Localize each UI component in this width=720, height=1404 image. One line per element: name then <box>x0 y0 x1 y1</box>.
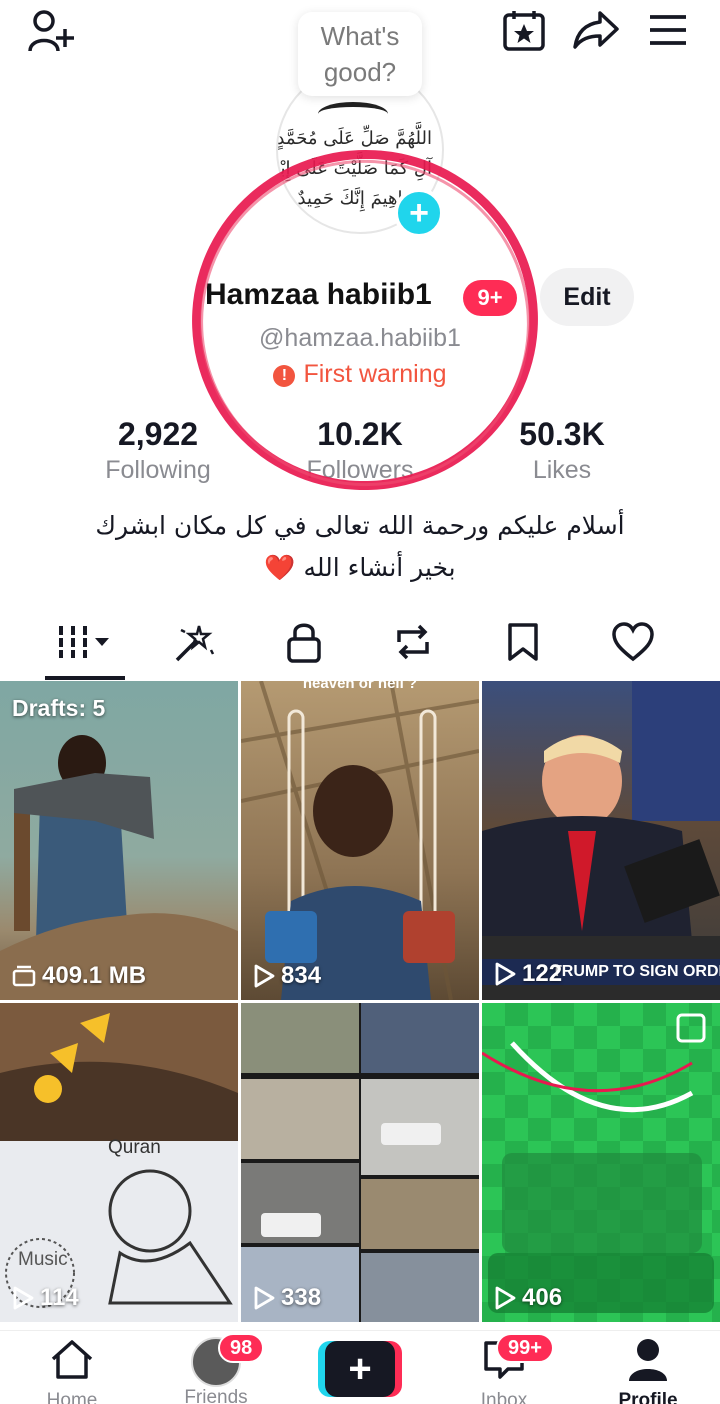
warning-text: First warning <box>303 360 447 388</box>
view-count-text: 338 <box>281 1284 322 1311</box>
video-caption: heaven or hell ? <box>302 681 418 692</box>
heart-emoji: ❤️ <box>264 553 296 582</box>
stat-value: 10.2K <box>317 416 403 452</box>
nav-inbox[interactable]: Inbox 99+ <box>444 1333 564 1404</box>
draft-size-text: 409.1 MB <box>42 962 147 989</box>
video-thumbnail[interactable]: 406 <box>482 1003 720 1322</box>
nav-label: Profile <box>618 1390 678 1404</box>
share-arrow-icon[interactable] <box>570 8 622 52</box>
video-thumbnail[interactable]: TRUMP TO SIGN ORDER ON 122 <box>482 681 720 1000</box>
repost-icon[interactable] <box>358 614 468 670</box>
stat-label: Followers <box>306 456 414 484</box>
stat-followers[interactable]: 10.2K Followers <box>260 414 460 486</box>
view-count-text: 834 <box>281 962 322 989</box>
view-count-text: 114 <box>40 1284 79 1311</box>
view-count: 122 <box>494 960 562 988</box>
stat-value: 50.3K <box>519 416 605 452</box>
magic-wand-icon[interactable] <box>140 614 250 670</box>
video-thumbnail-drafts[interactable]: Drafts: 5 409.1 MB <box>0 681 238 1000</box>
edit-profile-button[interactable]: Edit <box>540 268 634 326</box>
nav-label: Home <box>46 1390 98 1404</box>
thumbnail-label: Music <box>18 1249 68 1270</box>
avatar-calligraphy-mark <box>318 102 388 126</box>
bottom-navigation: Home Friends 98 + Inbox 99+ Profile <box>0 1330 720 1404</box>
nav-label: Friends <box>184 1387 248 1404</box>
active-tab-indicator <box>45 676 125 680</box>
view-count-text: 406 <box>522 1284 563 1311</box>
view-count: 338 <box>253 1284 321 1312</box>
draft-size: 409.1 MB <box>12 962 146 990</box>
play-icon <box>495 1286 516 1310</box>
friends-badge: 98 <box>218 1333 265 1363</box>
nav-profile[interactable]: Profile <box>588 1337 708 1404</box>
stat-following[interactable]: 2,922 Following <box>58 414 258 486</box>
person-add-icon[interactable] <box>26 8 78 54</box>
view-count-text: 122 <box>522 960 563 987</box>
notification-badge[interactable]: 9+ <box>463 280 517 316</box>
profile-tabs <box>0 600 720 680</box>
play-icon <box>495 962 516 986</box>
profile-name: Hamzaa habiib1 <box>205 278 432 311</box>
nav-friends[interactable]: Friends 98 <box>156 1333 276 1404</box>
inbox-badge: 99+ <box>496 1333 554 1363</box>
status-bubble[interactable]: What's good? <box>298 12 422 96</box>
status-bubble-text: good? <box>323 57 397 87</box>
profile-icon <box>629 1339 667 1381</box>
home-icon <box>51 1340 93 1379</box>
drafts-stack-icon <box>12 965 36 987</box>
drafts-label: Drafts: 5 <box>12 695 106 721</box>
view-count: 114 <box>12 1284 79 1312</box>
play-icon <box>13 1286 34 1310</box>
stat-label: Likes <box>532 456 592 484</box>
view-count: 834 <box>253 962 321 990</box>
plus-icon: + <box>325 1341 395 1397</box>
status-bubble-text: What's <box>320 21 400 51</box>
create-button[interactable]: + <box>318 1341 402 1397</box>
profile-handle: @hamzaa.habiib1 <box>259 324 461 352</box>
video-thumbnail[interactable]: Quran Music 114 <box>0 1003 238 1322</box>
bio-line: بخير أنشاء الله <box>303 553 456 582</box>
calendar-star-icon[interactable] <box>500 8 548 52</box>
nav-label: Inbox <box>480 1390 528 1404</box>
play-icon <box>254 964 275 988</box>
bio-line: أسلام عليكم ورحمة الله تعالى في كل مكان … <box>95 511 625 540</box>
hamburger-menu-icon[interactable] <box>646 10 690 50</box>
thumbnail-label: Quran <box>108 1137 161 1158</box>
avatar-text-line: آلِ كَمَا صَلَّيْتَ عَلَى إِبْرَاهِيمَ <box>278 158 432 179</box>
nav-home[interactable]: Home <box>12 1337 132 1404</box>
stat-value: 2,922 <box>117 416 199 452</box>
view-count: 406 <box>494 1284 562 1312</box>
warning-icon: ! <box>273 365 296 387</box>
avatar-text-line: اللَّهُمَّ صَلِّ عَلَى مُحَمَّدٍ وَعَلَى <box>276 128 432 149</box>
profile-bio: أسلام عليكم ورحمة الله تعالى في كل مكان … <box>0 505 720 589</box>
video-grid: Drafts: 5 409.1 MB heaven or hell ? 834 <box>0 681 720 1326</box>
bookmark-icon[interactable] <box>468 614 578 670</box>
video-thumbnail[interactable]: 338 <box>241 1003 479 1322</box>
stat-likes[interactable]: 50.3K Likes <box>462 414 662 486</box>
lock-icon[interactable] <box>249 614 359 670</box>
video-thumbnail[interactable]: heaven or hell ? 834 <box>241 681 479 1000</box>
account-warning[interactable]: ! First warning <box>0 360 720 389</box>
stat-label: Following <box>105 456 211 484</box>
videos-grid-icon[interactable] <box>30 614 140 670</box>
heart-icon[interactable] <box>578 614 688 670</box>
add-story-button[interactable]: + <box>394 188 444 238</box>
play-icon <box>254 1286 275 1310</box>
